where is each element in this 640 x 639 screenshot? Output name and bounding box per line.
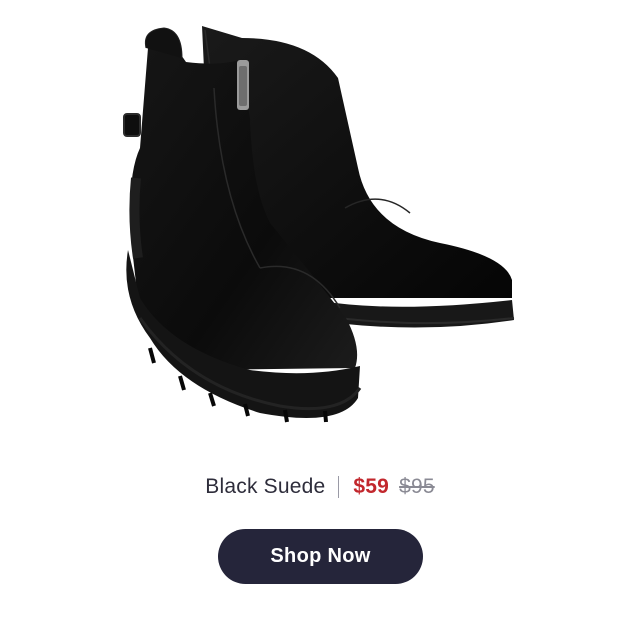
product-image[interactable]	[110, 18, 530, 438]
shop-now-button[interactable]: Shop Now	[218, 529, 423, 584]
price-line: Black Suede $59 $95	[0, 470, 640, 504]
original-price: $95	[399, 475, 435, 498]
price-divider	[338, 476, 340, 498]
sale-price: $59	[353, 475, 390, 498]
product-card: Black Suede $59 $95 Shop Now	[0, 0, 640, 639]
product-color-name: Black Suede	[205, 475, 326, 498]
